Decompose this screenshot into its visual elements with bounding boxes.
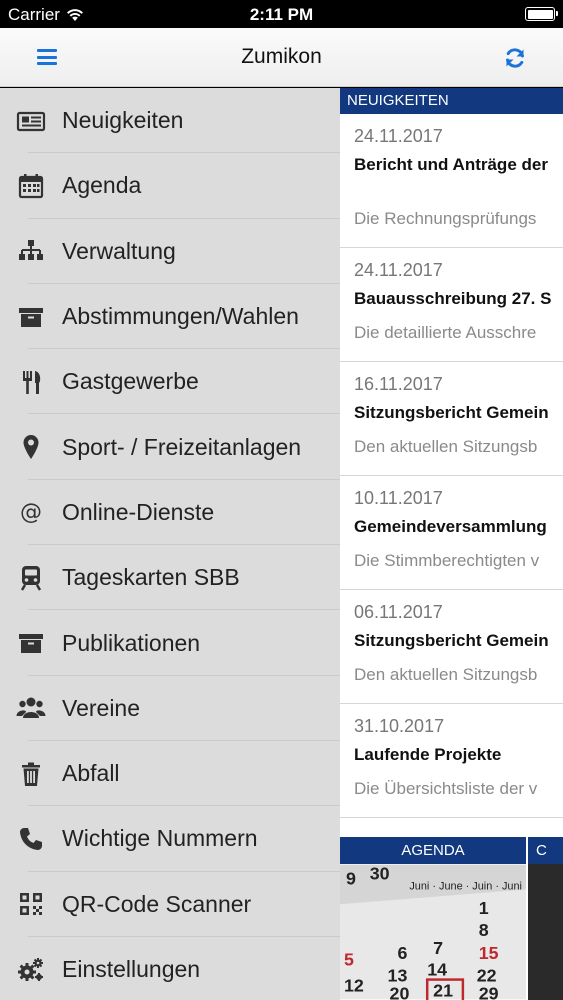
svg-text:29: 29 [479, 983, 499, 1000]
train-icon [0, 563, 62, 593]
svg-text:14: 14 [427, 960, 447, 980]
nav-bar: Zumikon [0, 28, 563, 87]
tab-agenda[interactable]: AGENDA [340, 837, 528, 864]
sidebar-item-label: Einstellungen [62, 956, 201, 982]
svg-text:21: 21 [433, 980, 453, 1000]
svg-text:6: 6 [397, 943, 407, 963]
news-title: Sitzungsbericht Gemein [354, 403, 549, 422]
sidebar-item-sport[interactable]: Sport- / Freizeitanlagen [0, 414, 340, 481]
list-item[interactable]: 10.11.2017 Gemeindeversammlung Die Stimm… [340, 476, 563, 590]
news-date: 24.11.2017 [354, 126, 443, 146]
tab-next[interactable]: C [528, 837, 561, 864]
at-icon: @ [0, 497, 62, 527]
sidebar-item-label: Abfall [62, 760, 120, 787]
users-icon [0, 693, 62, 723]
svg-text:30: 30 [370, 864, 390, 883]
svg-text:9: 9 [346, 868, 356, 888]
status-time: 2:11 PM [249, 5, 314, 24]
newspaper-icon [0, 106, 62, 136]
thumbnail-strip: 9 30 Juni · June · Juin · Juni 1 8 6 7 1… [340, 864, 563, 1000]
sidebar-item-gastgewerbe[interactable]: Gastgewerbe [0, 349, 340, 415]
qrcode-icon [0, 889, 62, 919]
sitemap-icon [0, 236, 62, 266]
news-panel: NEUIGKEITEN 24.11.2017 Bericht und Anträ… [340, 88, 563, 1000]
svg-text:8: 8 [479, 920, 489, 940]
sidebar-item-label: Gastgewerbe [62, 368, 199, 395]
sidebar-item-vereine[interactable]: Vereine [0, 676, 340, 742]
sidebar-item-tageskarten[interactable]: Tageskarten SBB [0, 545, 340, 611]
sidebar-item-label: Verwaltung [62, 237, 176, 264]
news-date: 16.11.2017 [354, 374, 443, 394]
sidebar-item-label: Vereine [62, 694, 141, 721]
svg-text:20: 20 [390, 983, 410, 1000]
page-title: Zumikon [241, 45, 322, 68]
sidebar-item-neuigkeiten[interactable]: Neuigkeiten [0, 88, 340, 154]
archive-box-icon [0, 302, 62, 332]
archive-box-icon [0, 628, 62, 658]
list-item[interactable]: 24.11.2017 Bauausschreibung 27. S Die de… [340, 248, 563, 362]
section-header: NEUIGKEITEN [340, 88, 563, 114]
svg-text:@: @ [20, 500, 42, 525]
news-desc: Die detaillierte Ausschre [354, 323, 537, 342]
sidebar-item-agenda[interactable]: Agenda [0, 153, 340, 219]
bottom-tabs: AGENDA C [340, 837, 563, 864]
sidebar-item-label: Neuigkeiten [62, 107, 184, 134]
sidebar-item-abstimmungen[interactable]: Abstimmungen/Wahlen [0, 284, 340, 350]
svg-text:7: 7 [433, 938, 443, 958]
gears-icon [0, 955, 62, 985]
refresh-icon[interactable] [503, 46, 527, 70]
news-desc: Die Stimmberechtigten v [354, 551, 540, 570]
list-item[interactable]: 31.10.2017 Laufende Projekte Die Übersic… [340, 704, 563, 818]
svg-text:1: 1 [479, 898, 489, 918]
sidebar-item-label: Abstimmungen/Wahlen [62, 303, 299, 330]
sidebar: Neuigkeiten Agenda Verwaltung Abstimmung… [0, 88, 340, 1000]
sidebar-item-wichtige-nummern[interactable]: Wichtige Nummern [0, 806, 340, 872]
news-desc: Den aktuellen Sitzungsb [354, 665, 538, 684]
sidebar-item-label: Tageskarten SBB [62, 564, 240, 591]
sidebar-item-label: QR-Code Scanner [62, 890, 252, 917]
news-title: Sitzungsbericht Gemein [354, 631, 549, 650]
news-date: 24.11.2017 [354, 260, 443, 280]
sidebar-item-publikationen[interactable]: Publikationen [0, 610, 340, 676]
sidebar-item-label: Publikationen [62, 629, 201, 656]
news-title: Gemeindeversammlung [354, 517, 547, 536]
status-bar: Carrier 2:11 PM [0, 0, 563, 28]
sidebar-item-qr-scanner[interactable]: QR-Code Scanner [0, 872, 340, 938]
sidebar-item-verwaltung[interactable]: Verwaltung [0, 219, 340, 285]
news-title: Laufende Projekte [354, 745, 502, 764]
list-item[interactable]: 06.11.2017 Sitzungsbericht Gemein Den ak… [340, 590, 563, 704]
news-date: 31.10.2017 [354, 716, 445, 736]
svg-text:5: 5 [344, 950, 354, 970]
battery-icon [525, 7, 558, 21]
sidebar-item-label: Sport- / Freizeitanlagen [62, 433, 302, 460]
news-desc: Die Rechnungsprüfungs [354, 209, 537, 228]
cutlery-icon [0, 367, 62, 397]
list-item[interactable]: 16.11.2017 Sitzungsbericht Gemein Den ak… [340, 362, 563, 476]
map-marker-icon [0, 432, 62, 462]
photo-thumbnail[interactable] [528, 864, 563, 1000]
calendar-photo-thumbnail[interactable]: 9 30 Juni · June · Juin · Juni 1 8 6 7 1… [340, 864, 527, 1000]
svg-text:12: 12 [344, 975, 364, 995]
news-title: Bauausschreibung 27. S [354, 289, 552, 308]
trash-icon [0, 759, 62, 789]
news-desc: Die Übersichtsliste der v [354, 779, 538, 798]
news-title: Bericht und Anträge der [354, 155, 548, 174]
news-date: 10.11.2017 [354, 488, 443, 508]
news-date: 06.11.2017 [354, 602, 443, 622]
sidebar-item-online-dienste[interactable]: @ Online-Dienste [0, 480, 340, 546]
list-item[interactable]: 24.11.2017 Bericht und Anträge der Die R… [340, 114, 563, 248]
calendar-icon [0, 171, 62, 201]
news-desc: Den aktuellen Sitzungsb [354, 437, 538, 456]
sidebar-item-einstellungen[interactable]: Einstellungen [0, 937, 340, 1000]
sidebar-item-label: Online-Dienste [62, 498, 215, 525]
sidebar-item-label: Agenda [62, 172, 142, 199]
svg-text:15: 15 [479, 943, 499, 963]
svg-text:Juni · June · Juin · Juni: Juni · June · Juin · Juni [409, 880, 522, 892]
sidebar-item-label: Wichtige Nummern [62, 825, 258, 852]
sidebar-item-abfall[interactable]: Abfall [0, 741, 340, 807]
phone-icon [0, 824, 62, 854]
